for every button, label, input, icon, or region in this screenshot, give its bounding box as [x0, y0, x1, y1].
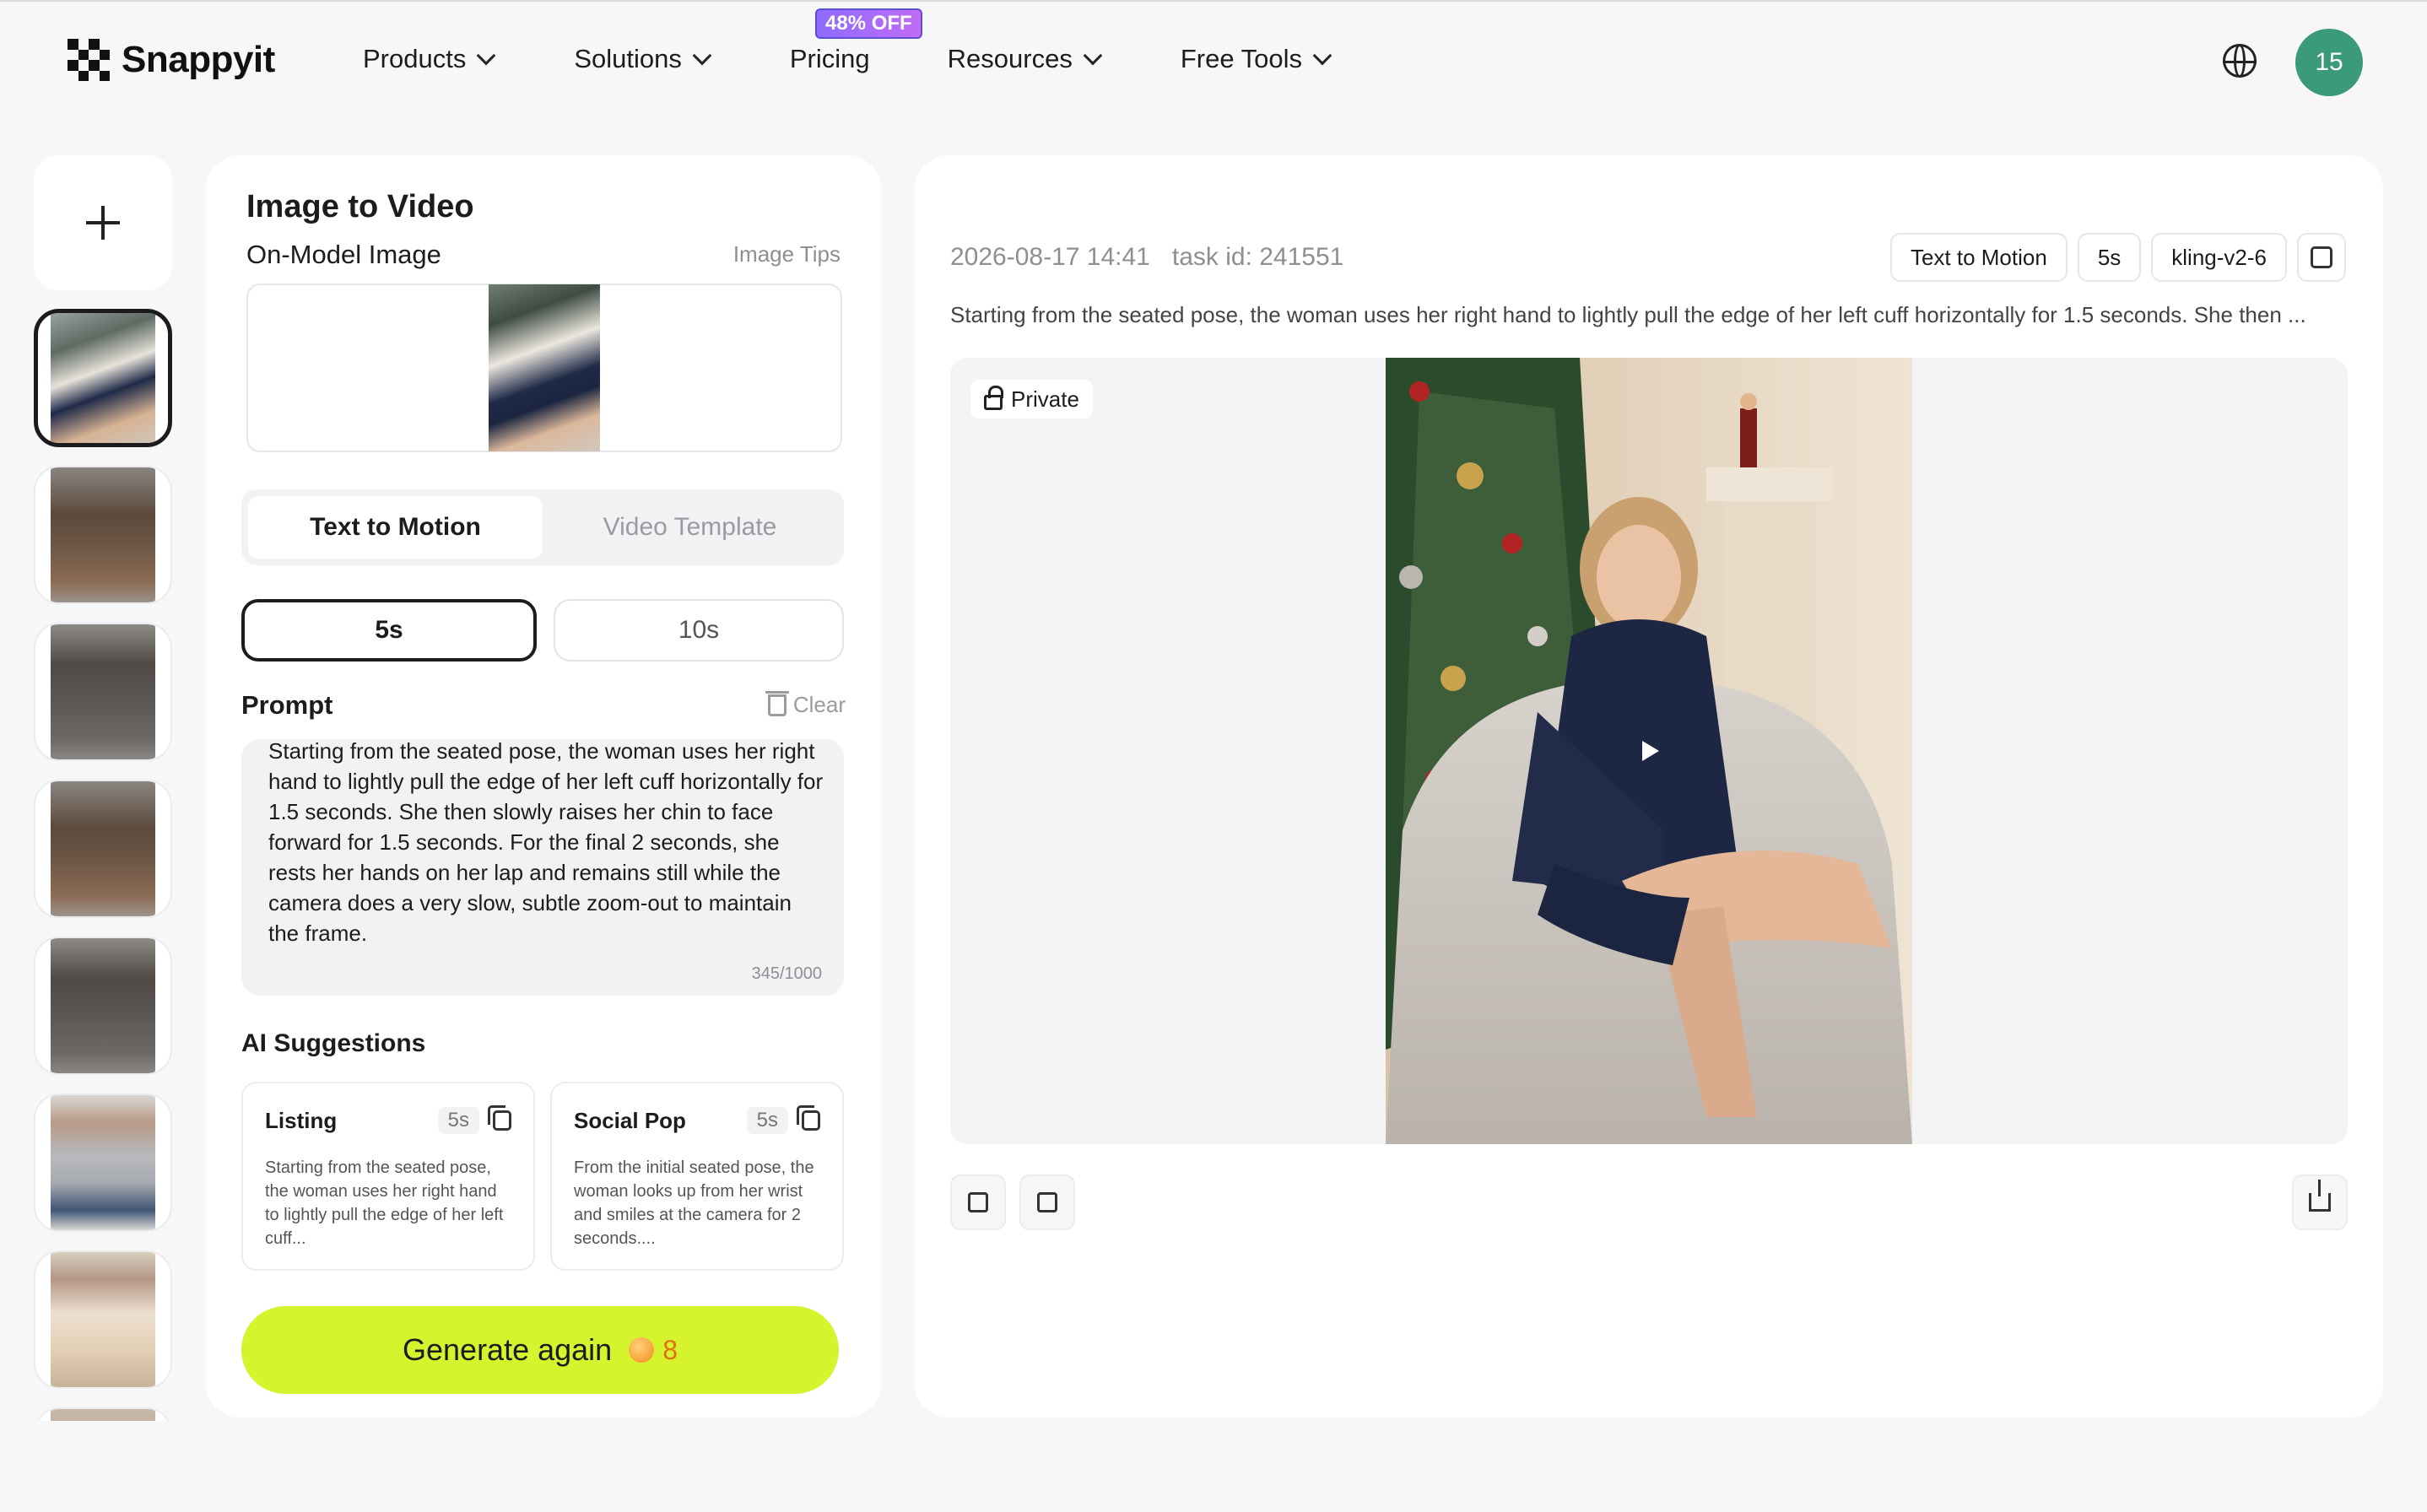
reuse-settings-button[interactable]	[2297, 233, 2346, 282]
suggestion-duration: 5s	[437, 1107, 479, 1134]
chevron-down-icon	[1083, 46, 1103, 66]
history-rail	[34, 155, 172, 1421]
tab-text-to-motion[interactable]: Text to Motion	[248, 496, 543, 559]
new-task-button[interactable]	[34, 155, 172, 290]
panel-title: Image to Video	[246, 189, 474, 224]
clear-label: Clear	[792, 692, 846, 717]
task-timestamp: 2026-08-17 14:41	[950, 243, 1150, 271]
duration-5s-button[interactable]: 5s	[241, 599, 537, 662]
suggestion-title: Listing	[265, 1107, 338, 1133]
on-model-image-label: On-Model Image	[246, 240, 441, 269]
download-icon	[2309, 1180, 2331, 1212]
nav-free-tools-label: Free Tools	[1180, 44, 1302, 73]
tag-mode: Text to Motion	[1889, 233, 2068, 282]
result-panel: 2026-08-17 14:41 task id: 241551 Text to…	[915, 155, 2383, 1418]
duration-10s-button[interactable]: 10s	[554, 599, 844, 662]
top-navigation: Snappyit Products Solutions Pricing Reso…	[0, 0, 2427, 118]
nav-products-label: Products	[363, 44, 467, 73]
prompt-char-count: 345/1000	[751, 964, 822, 983]
clear-button[interactable]: Clear	[765, 690, 846, 718]
generate-cost: 8	[662, 1334, 678, 1365]
private-badge[interactable]: Private	[970, 380, 1093, 418]
thumbs-up-icon	[968, 1192, 988, 1212]
thumbnail-image	[51, 624, 155, 759]
nav-resources-label: Resources	[947, 44, 1073, 73]
nav-products[interactable]: Products	[363, 44, 496, 74]
globe-icon[interactable]	[2223, 44, 2257, 78]
lock-icon	[984, 386, 1003, 410]
prompt-textarea[interactable]: Starting from the seated pose, the woman…	[241, 739, 844, 996]
history-thumbnail[interactable]	[34, 1407, 172, 1421]
thumbnail-image	[51, 313, 155, 443]
history-thumbnail[interactable]	[34, 1094, 172, 1232]
nav-pricing[interactable]: Pricing	[790, 44, 870, 74]
prompt-label: Prompt	[241, 690, 333, 720]
main-nav: Products Solutions Pricing Resources Fre…	[363, 44, 1332, 74]
tag-duration: 5s	[2077, 233, 2142, 282]
thumbs-down-icon	[1037, 1192, 1057, 1212]
video-player[interactable]	[1386, 358, 1912, 1144]
private-label: Private	[1011, 386, 1079, 412]
task-id: task id: 241551	[1171, 243, 1344, 271]
download-button[interactable]	[2292, 1174, 2348, 1230]
thumbnail-image	[51, 938, 155, 1073]
history-thumbnail[interactable]	[34, 309, 172, 447]
coin-icon	[629, 1337, 655, 1363]
history-thumbnail[interactable]	[34, 466, 172, 604]
thumbnail-image	[51, 1409, 155, 1421]
suggestion-card-listing[interactable]: Listing 5s Starting from the seated pose…	[241, 1082, 535, 1271]
thumbnail-image	[51, 1095, 155, 1230]
mode-tabs: Text to Motion Video Template	[241, 489, 844, 565]
ai-suggestions-label: AI Suggestions	[241, 1029, 426, 1057]
suggestion-title: Social Pop	[574, 1107, 686, 1133]
suggestion-duration: 5s	[746, 1107, 788, 1134]
thumbnail-image	[51, 1252, 155, 1387]
generate-again-button[interactable]: Generate again 8	[241, 1306, 839, 1394]
nav-solutions-label: Solutions	[574, 44, 682, 73]
history-thumbnail[interactable]	[34, 623, 172, 761]
image-tips-link[interactable]: Image Tips	[733, 241, 841, 267]
chevron-down-icon	[1312, 46, 1332, 66]
plus-icon-stroke	[101, 206, 105, 240]
thumbnail-image	[51, 467, 155, 602]
trash-icon	[765, 690, 789, 716]
thumbs-up-button[interactable]	[950, 1174, 1006, 1230]
history-thumbnail[interactable]	[34, 937, 172, 1075]
video-stage: Private	[950, 358, 2348, 1144]
logo-icon	[68, 39, 110, 81]
generate-label: Generate again	[403, 1332, 613, 1367]
history-thumbnail[interactable]	[34, 1250, 172, 1389]
nav-solutions[interactable]: Solutions	[574, 44, 712, 74]
brand-name: Snappyit	[122, 39, 275, 80]
reuse-icon	[2311, 246, 2332, 268]
suggestion-text: From the initial seated pose, the woman …	[574, 1158, 814, 1248]
task-description: Starting from the seated pose, the woman…	[950, 302, 2306, 327]
nav-pricing-label: Pricing	[789, 44, 870, 73]
thumbnail-image	[51, 781, 155, 916]
prompt-text: Starting from the seated pose, the woman…	[268, 739, 824, 946]
copy-icon[interactable]	[797, 1105, 820, 1131]
suggestion-text: Starting from the seated pose, the woman…	[265, 1158, 504, 1248]
chevron-down-icon	[477, 46, 496, 66]
user-avatar[interactable]: 15	[2295, 29, 2363, 96]
chevron-down-icon	[692, 46, 712, 66]
copy-icon[interactable]	[488, 1105, 511, 1131]
image-upload-box[interactable]	[246, 284, 842, 452]
history-thumbnail[interactable]	[34, 780, 172, 918]
tab-video-template[interactable]: Video Template	[543, 496, 837, 559]
thumbs-down-button[interactable]	[1019, 1174, 1075, 1230]
suggestion-card-social-pop[interactable]: Social Pop 5s From the initial seated po…	[550, 1082, 844, 1271]
tag-model: kling-v2-6	[2151, 233, 2287, 282]
nav-free-tools[interactable]: Free Tools	[1180, 44, 1332, 74]
brand-logo[interactable]: Snappyit	[68, 39, 275, 81]
task-meta: 2026-08-17 14:41 task id: 241551	[950, 243, 1343, 272]
play-icon[interactable]	[1642, 741, 1659, 761]
source-image	[489, 284, 600, 451]
generation-panel: Image to Video On-Model Image Image Tips…	[206, 155, 881, 1418]
nav-resources[interactable]: Resources	[947, 44, 1103, 74]
task-tags: Text to Motion 5s kling-v2-6	[1889, 233, 2346, 282]
pricing-discount-badge: 48% OFF	[815, 8, 922, 39]
